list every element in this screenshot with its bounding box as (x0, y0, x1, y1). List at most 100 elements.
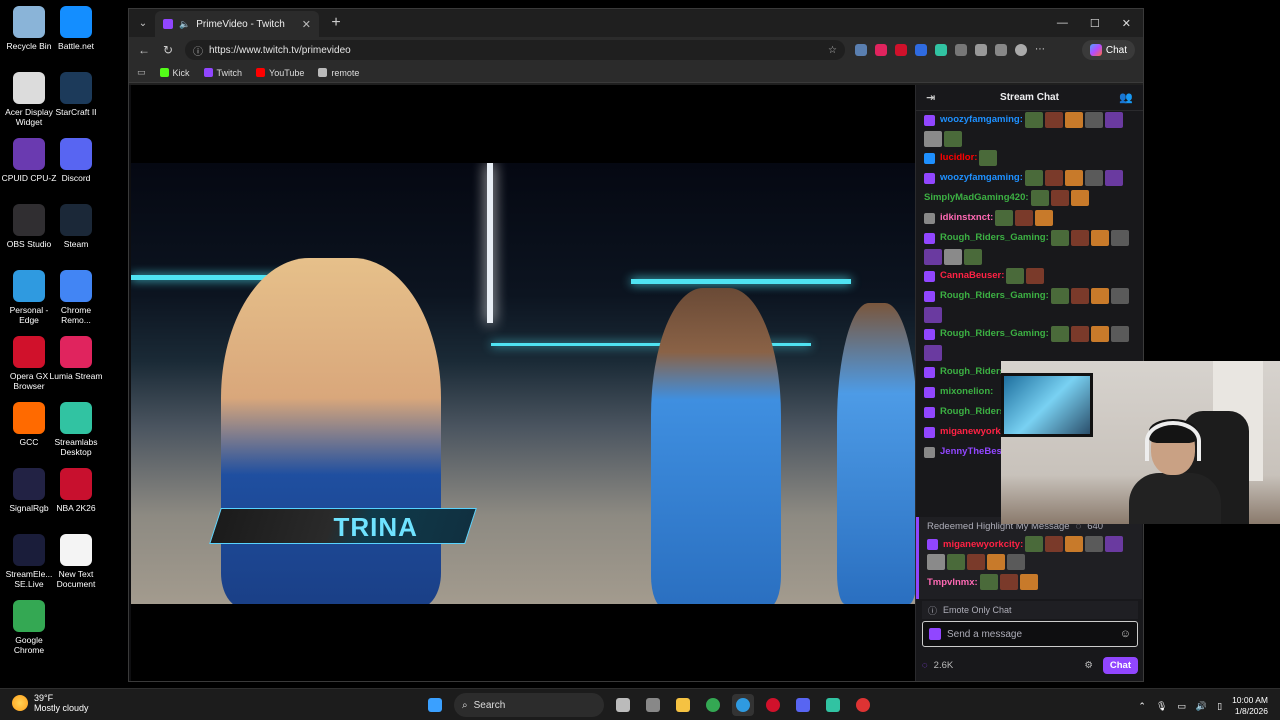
chat-emote-icon[interactable] (1110, 288, 1129, 304)
battery-icon[interactable]: ▯ (1217, 701, 1222, 712)
points-balance[interactable]: 2.6K (934, 660, 954, 671)
chat-badge-icon[interactable] (924, 114, 935, 126)
chat-badge-icon[interactable] (924, 152, 935, 164)
minimize-icon[interactable]: — (1057, 17, 1068, 30)
chat-emote-icon[interactable] (1090, 230, 1109, 246)
chat-emote-icon[interactable] (1030, 190, 1049, 206)
bookmark-twitch[interactable]: Twitch (203, 68, 242, 78)
chat-badge-icon[interactable] (924, 270, 935, 282)
chat-emote-icon[interactable] (1050, 190, 1069, 206)
volume-icon[interactable]: 🔊 (1196, 701, 1207, 712)
close-window-icon[interactable]: ✕ (1122, 17, 1131, 30)
chat-emote-icon[interactable] (1070, 326, 1089, 342)
chat-emote-icon[interactable] (1044, 112, 1063, 128)
channel-points-button-icon[interactable]: ◌ (922, 660, 928, 671)
chat-username[interactable]: CannaBeuser: (940, 267, 1004, 285)
chat-emote-icon[interactable] (1007, 554, 1025, 570)
chat-badge-icon[interactable] (924, 212, 935, 224)
bookmarks-toggle-icon[interactable]: ▭ (137, 67, 146, 78)
chat-username[interactable]: Rough_Riders_Gaming: (940, 229, 1049, 247)
clock[interactable]: 10:00 AM 1/8/2026 (1232, 695, 1268, 717)
chat-emote-icon[interactable] (967, 554, 985, 570)
favorites-icon[interactable] (995, 44, 1007, 56)
desktop-shortcut[interactable]: StarCraft II (47, 72, 105, 117)
chat-send-button[interactable]: Chat (1102, 656, 1138, 674)
profile-avatar-icon[interactable] (1015, 44, 1027, 56)
back-icon[interactable]: ← (137, 43, 151, 57)
chat-emote-icon[interactable] (1025, 536, 1044, 552)
new-tab-button[interactable]: + (325, 14, 347, 32)
desktop-shortcut[interactable]: Steam (47, 204, 105, 249)
chat-badge-icon[interactable] (927, 538, 938, 550)
file-explorer-icon[interactable] (672, 694, 694, 716)
extension-icon[interactable] (855, 44, 867, 56)
chat-emote-icon[interactable] (1110, 230, 1129, 246)
chat-badge-icon[interactable] (924, 386, 935, 398)
desktop-shortcut[interactable]: Discord (47, 138, 105, 183)
show-hidden-icons-icon[interactable]: ⌃ (1138, 701, 1146, 712)
chat-emote-icon[interactable] (1070, 230, 1089, 246)
favorite-star-icon[interactable]: ☆ (828, 45, 837, 56)
desktop-shortcut[interactable]: Battle.net (47, 6, 105, 51)
close-tab-icon[interactable]: ✕ (302, 18, 311, 31)
chat-emote-icon[interactable] (947, 554, 965, 570)
chat-badge-icon[interactable] (924, 290, 935, 302)
extension-icon[interactable] (935, 44, 947, 56)
chat-badge-icon[interactable] (924, 406, 935, 418)
chat-emote-icon[interactable] (1024, 112, 1043, 128)
video-frame[interactable]: TRINA (131, 163, 915, 604)
refresh-icon[interactable]: ↻ (161, 43, 175, 57)
chat-badge-icon[interactable] (924, 426, 935, 438)
chat-username[interactable]: miganewyorkcity: (943, 539, 1023, 550)
task-view-icon[interactable] (612, 694, 634, 716)
site-info-icon[interactable]: ⓘ (193, 43, 203, 58)
chat-emote-icon[interactable] (1045, 536, 1064, 552)
chat-username[interactable]: JennyTheBes... (940, 443, 1010, 461)
chat-username[interactable]: Rough_Riders_Gaming: (940, 325, 1049, 343)
chat-emote-icon[interactable] (944, 131, 962, 147)
chat-emote-icon[interactable] (924, 131, 942, 147)
chat-emote-icon[interactable] (1019, 574, 1038, 590)
chat-emote-icon[interactable] (964, 249, 982, 265)
extension-icon[interactable] (975, 44, 987, 56)
opera-gx-icon[interactable] (762, 694, 784, 716)
chat-emote-icon[interactable] (1090, 326, 1109, 342)
weather-widget[interactable]: 39°F Mostly cloudy (12, 693, 89, 713)
chat-emote-icon[interactable] (1110, 326, 1129, 342)
chat-emote-icon[interactable] (1065, 536, 1084, 552)
chat-emote-icon[interactable] (1070, 190, 1089, 206)
extension-icon[interactable] (895, 44, 907, 56)
desktop-shortcut[interactable]: Chrome Remo... (47, 270, 105, 325)
chat-emote-icon[interactable] (924, 345, 942, 361)
chat-emote-icon[interactable] (1026, 268, 1045, 284)
chat-emote-icon[interactable] (1104, 112, 1123, 128)
extension-icon[interactable] (875, 44, 887, 56)
more-menu-icon[interactable]: ⋯ (1035, 44, 1047, 56)
chat-emote-icon[interactable] (927, 554, 945, 570)
bits-icon[interactable] (929, 628, 941, 640)
desktop-shortcut[interactable]: Streamlabs Desktop (47, 402, 105, 457)
network-icon[interactable]: ▭ (1177, 701, 1186, 712)
chat-badge-icon[interactable] (924, 328, 935, 340)
chat-settings-icon[interactable]: ⚙ (1084, 660, 1093, 671)
tab-actions-icon[interactable]: ⌄ (131, 11, 155, 35)
chat-emote-icon[interactable] (1050, 288, 1069, 304)
desktop-shortcut[interactable]: NBA 2K26 (47, 468, 105, 513)
extension-icon[interactable] (915, 44, 927, 56)
microphone-icon[interactable]: 🎙 (1156, 701, 1167, 712)
url-field[interactable]: ⓘ https://www.twitch.tv/primevideo ☆ (185, 40, 845, 60)
chat-username[interactable]: miganewyork... (940, 423, 1009, 441)
chat-emote-icon[interactable] (1105, 536, 1124, 552)
chat-emote-icon[interactable] (979, 150, 998, 166)
chat-emote-icon[interactable] (1044, 170, 1063, 186)
chat-emote-icon[interactable] (1035, 210, 1054, 226)
chat-emote-icon[interactable] (1084, 170, 1103, 186)
chat-emote-icon[interactable] (1024, 170, 1043, 186)
chat-input[interactable]: Send a message ☺ (922, 621, 1138, 647)
chat-badge-icon[interactable] (924, 172, 935, 184)
desktop-shortcut[interactable]: New Text Document (47, 534, 105, 589)
chat-emote-icon[interactable] (944, 249, 962, 265)
taskbar-search[interactable]: ⌕ Search (454, 693, 604, 717)
chat-badge-icon[interactable] (924, 366, 935, 378)
widgets-icon[interactable] (642, 694, 664, 716)
